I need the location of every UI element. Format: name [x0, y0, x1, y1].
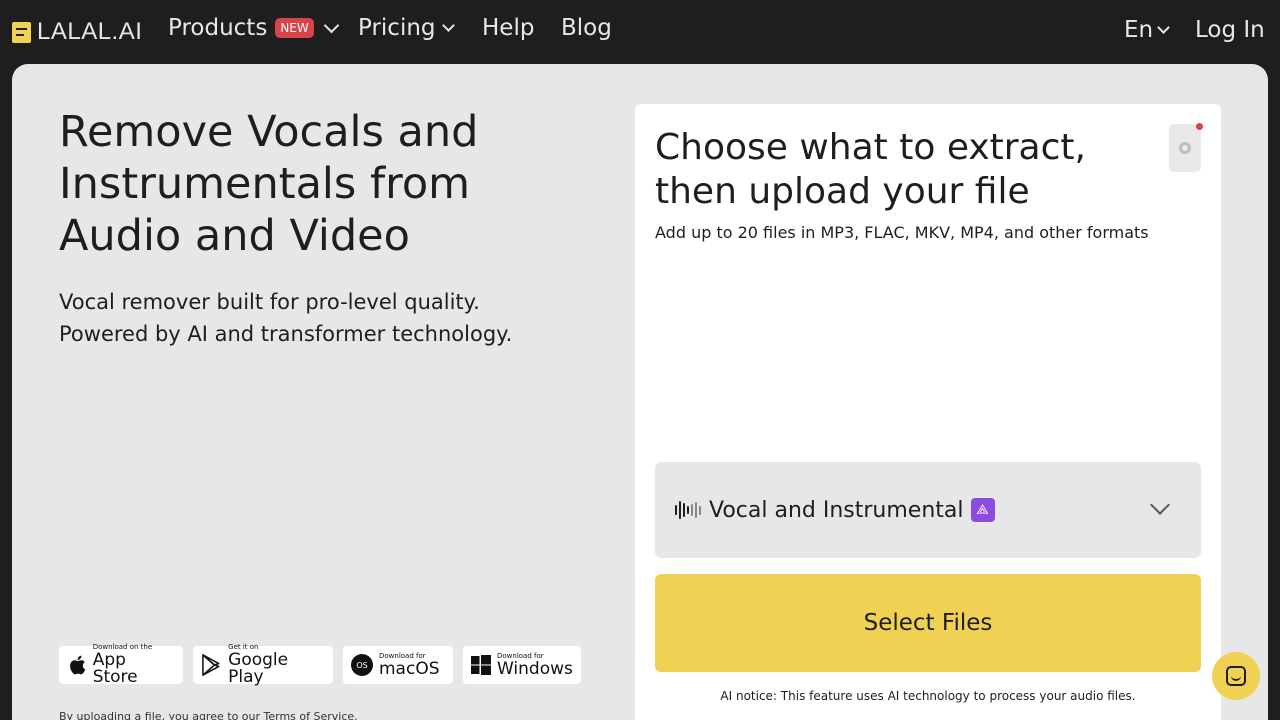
google-play-button[interactable]: Get it on Google Play: [193, 644, 333, 687]
language-label: En: [1124, 17, 1154, 43]
download-badges: Download on the App Store Get it on Goog…: [59, 644, 581, 687]
nav-help-label: Help: [482, 15, 535, 41]
panel-title: Choose what to extract, then upload your…: [655, 127, 1086, 212]
top-nav: LALAL.AI Products NEW Pricing Help Blog …: [0, 0, 1280, 62]
language-selector[interactable]: En: [1124, 17, 1170, 43]
google-play-big: Google Play: [228, 650, 289, 687]
nav-products[interactable]: Products NEW: [168, 15, 340, 41]
terms-notice: By uploading a file, you agree to our Te…: [59, 710, 358, 720]
nav-blog[interactable]: Blog: [561, 15, 612, 41]
nav-blog-label: Blog: [561, 15, 612, 41]
select-files-button[interactable]: Select Files: [655, 574, 1201, 672]
upload-panel: Choose what to extract, then upload your…: [635, 104, 1221, 720]
macos-big: macOS: [379, 658, 440, 679]
apple-icon: [70, 655, 86, 675]
macos-icon: OS: [351, 654, 373, 676]
ai-notice: AI notice: This feature uses AI technolo…: [720, 689, 1136, 703]
windows-big: Windows: [497, 658, 573, 679]
chat-support-button[interactable]: [1212, 652, 1260, 700]
windows-icon: [471, 655, 491, 675]
hero-subtitle-line1: Vocal remover built for pro-level qualit…: [59, 290, 480, 314]
google-play-icon: [202, 654, 220, 676]
login-link[interactable]: Log In: [1195, 17, 1265, 43]
chat-icon: [1226, 666, 1246, 686]
chevron-down-icon: [1157, 20, 1170, 34]
ai-model-icon: ⟁: [970, 498, 995, 522]
nav-help[interactable]: Help: [482, 15, 534, 41]
logo-text: LALAL.AI: [37, 18, 143, 45]
chevron-down-icon: [1150, 495, 1170, 515]
macos-button[interactable]: OS Download for macOS: [343, 646, 453, 684]
chevron-down-icon: [323, 17, 340, 33]
settings-button[interactable]: [1169, 123, 1203, 172]
hero-subtitle-line2: Powered by AI and transformer technology…: [59, 322, 513, 346]
chevron-down-icon: [441, 18, 455, 32]
gear-icon: [1179, 142, 1191, 154]
terms-prefix: By uploading a file, you agree to our: [59, 710, 264, 720]
panel-subtitle: Add up to 20 files in MP3, FLAC, MKV, MP…: [655, 223, 1149, 242]
waveform-icon: [675, 499, 701, 521]
terms-link[interactable]: Terms of Service.: [264, 710, 358, 720]
nav-pricing-label: Pricing: [358, 15, 436, 41]
stem-selector-label: Vocal and Instrumental: [709, 497, 964, 523]
stem-selector[interactable]: Vocal and Instrumental ⟁: [655, 462, 1201, 558]
hero-subtitle: Vocal remover built for pro-level qualit…: [59, 286, 579, 350]
new-badge: NEW: [275, 18, 314, 38]
nav-products-label: Products: [168, 15, 268, 41]
logo[interactable]: LALAL.AI: [12, 18, 142, 46]
logo-icon: [12, 21, 31, 43]
login-label: Log In: [1195, 17, 1265, 43]
hero-title: Remove Vocals and Instrumentals from Aud…: [59, 107, 479, 261]
windows-button[interactable]: Download for Windows: [463, 646, 581, 684]
notification-dot: [1196, 123, 1203, 130]
nav-pricing[interactable]: Pricing: [358, 15, 455, 41]
main-card: Remove Vocals and Instrumentals from Aud…: [12, 64, 1268, 720]
app-store-big: App Store: [92, 650, 138, 687]
app-store-button[interactable]: Download on the App Store: [59, 644, 183, 687]
